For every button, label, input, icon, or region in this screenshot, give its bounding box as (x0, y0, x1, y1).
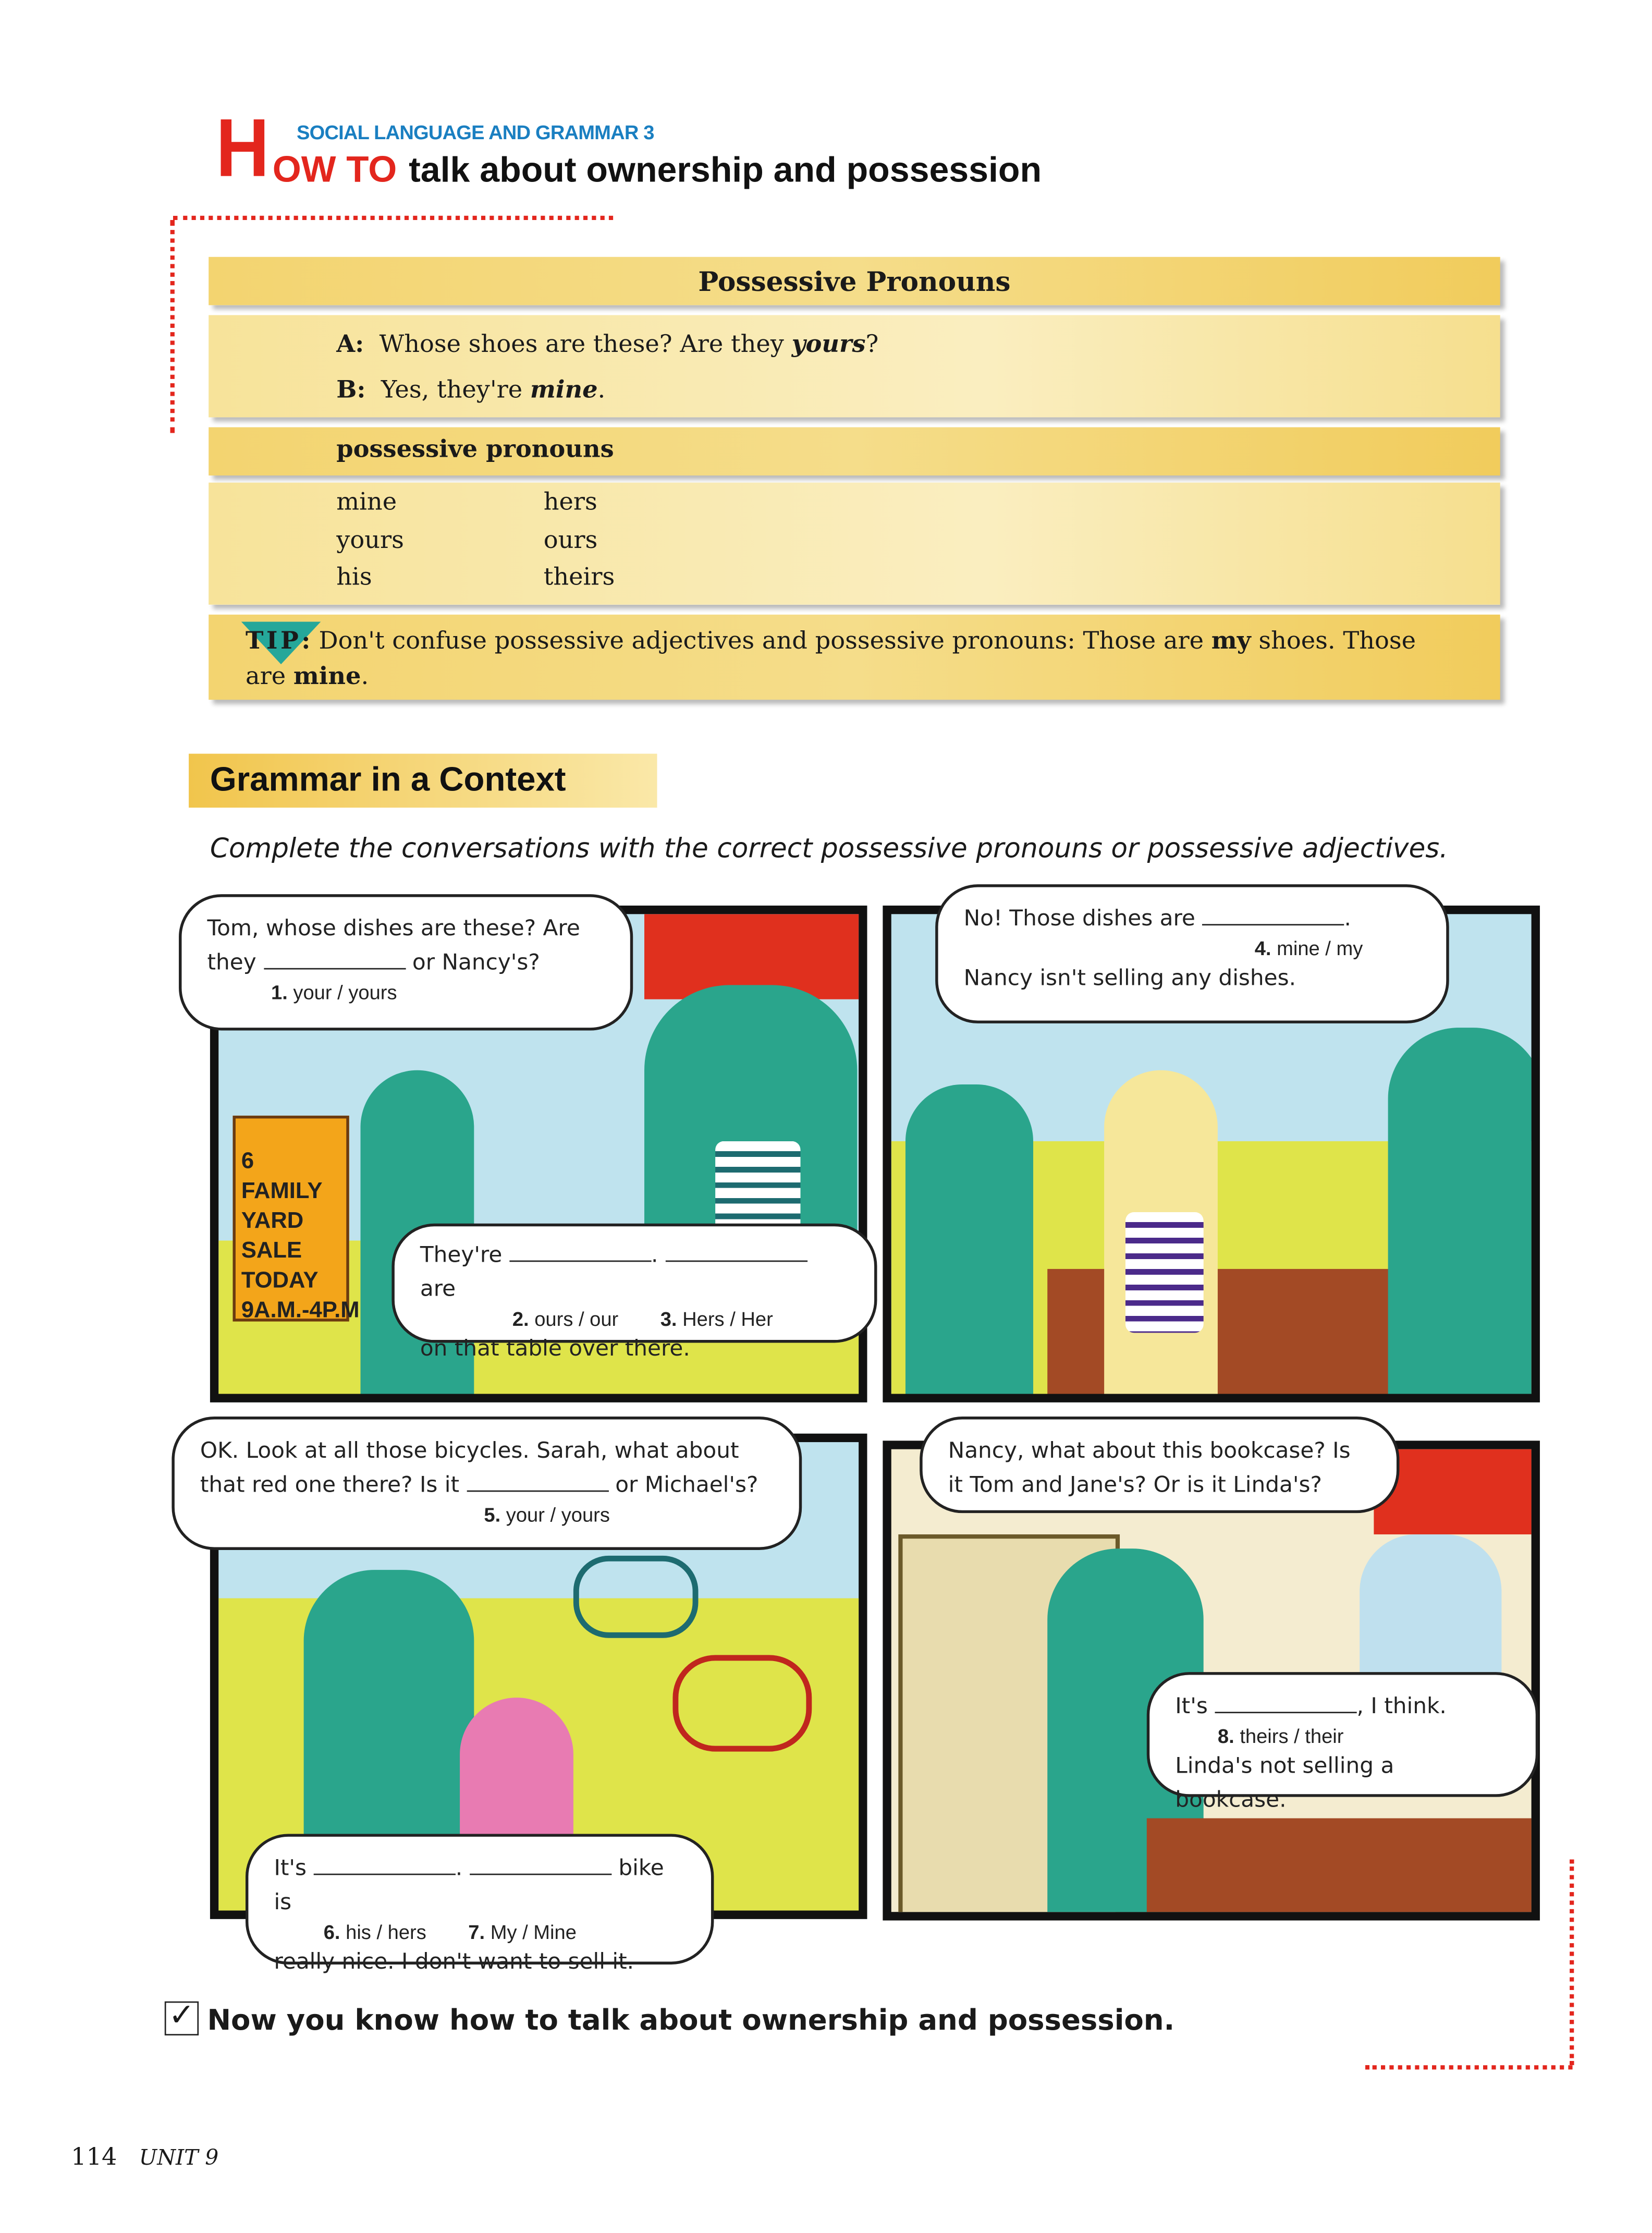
pronoun-list-title: possessive pronouns (336, 435, 614, 465)
answer-blank-1[interactable] (263, 948, 406, 970)
grammar-box-header: Possessive Pronouns (209, 257, 1500, 306)
grammar-box-title: Possessive Pronouns (698, 266, 1011, 298)
tip-text: TIP: Don't confuse possessive adjectives… (245, 627, 1416, 691)
speech-bubble-7: Nancy, what about this bookcase? Is it T… (920, 1417, 1400, 1514)
how-to-label: OW TO (272, 148, 397, 190)
page-number: 114 (71, 2143, 117, 2172)
answer-blank-2[interactable] (509, 1240, 652, 1262)
answer-blank-7[interactable] (469, 1854, 611, 1875)
dotted-divider (170, 219, 175, 433)
section-heading: Grammar in a Context (210, 761, 566, 799)
dotted-divider (1365, 2065, 1573, 2070)
summary-text: Now you know how to talk about ownership… (207, 2003, 1175, 2037)
speech-bubble-4: No! Those dishes are . 4. mine / my Nanc… (935, 884, 1449, 1023)
answer-blank-4[interactable] (1202, 904, 1344, 926)
section-kicker: SOCIAL LANGUAGE AND GRAMMAR 3 (297, 120, 655, 143)
dotted-divider (1570, 1859, 1574, 2066)
answer-blank-6[interactable] (313, 1854, 456, 1875)
example-line-b: B: Yes, they're mine. (336, 376, 606, 405)
answer-blank-3[interactable] (665, 1240, 807, 1262)
answer-blank-5[interactable] (466, 1471, 608, 1492)
textbook-page: H SOCIAL LANGUAGE AND GRAMMAR 3 OW TO ta… (0, 0, 1652, 2232)
instructions: Complete the conversations with the corr… (210, 833, 1448, 865)
speech-bubble-8: It's , I think. 8. theirs / their Linda'… (1146, 1672, 1539, 1813)
speech-bubble-5: OK. Look at all those bicycles. Sarah, w… (172, 1417, 802, 1550)
pronoun-column-1: mine yours his (336, 488, 404, 592)
section-heading-band: Grammar in a Context (189, 753, 657, 808)
page-title: talk about ownership and possession (409, 150, 1042, 190)
speech-bubble-6: It's . bike is 6. his / hers 7. My / Min… (245, 1834, 714, 1974)
dotted-divider (173, 215, 614, 220)
checkbox-icon: ✓ (164, 2000, 199, 2036)
yard-sale-sign: 6 FAMILY YARD SALE TODAY 9A.M.-4P.M. (232, 1115, 366, 1323)
header-big-letter: H (216, 102, 270, 194)
unit-label: UNIT 9 (139, 2144, 219, 2170)
speech-bubble-1: Tom, whose dishes are these? Are they or… (179, 894, 633, 1031)
grammar-example: A: Whose shoes are these? Are they yours… (209, 315, 1500, 418)
pronoun-list: mine yours his hers ours theirs (209, 482, 1500, 605)
pronoun-list-header: possessive pronouns (209, 427, 1500, 476)
pronoun-column-2: hers ours theirs (543, 488, 615, 592)
example-line-a: A: Whose shoes are these? Are they yours… (336, 331, 879, 359)
answer-blank-8[interactable] (1215, 1692, 1357, 1714)
speech-bubble-2: They're . are 2. ours / our 3. Hers / He… (391, 1223, 877, 1361)
